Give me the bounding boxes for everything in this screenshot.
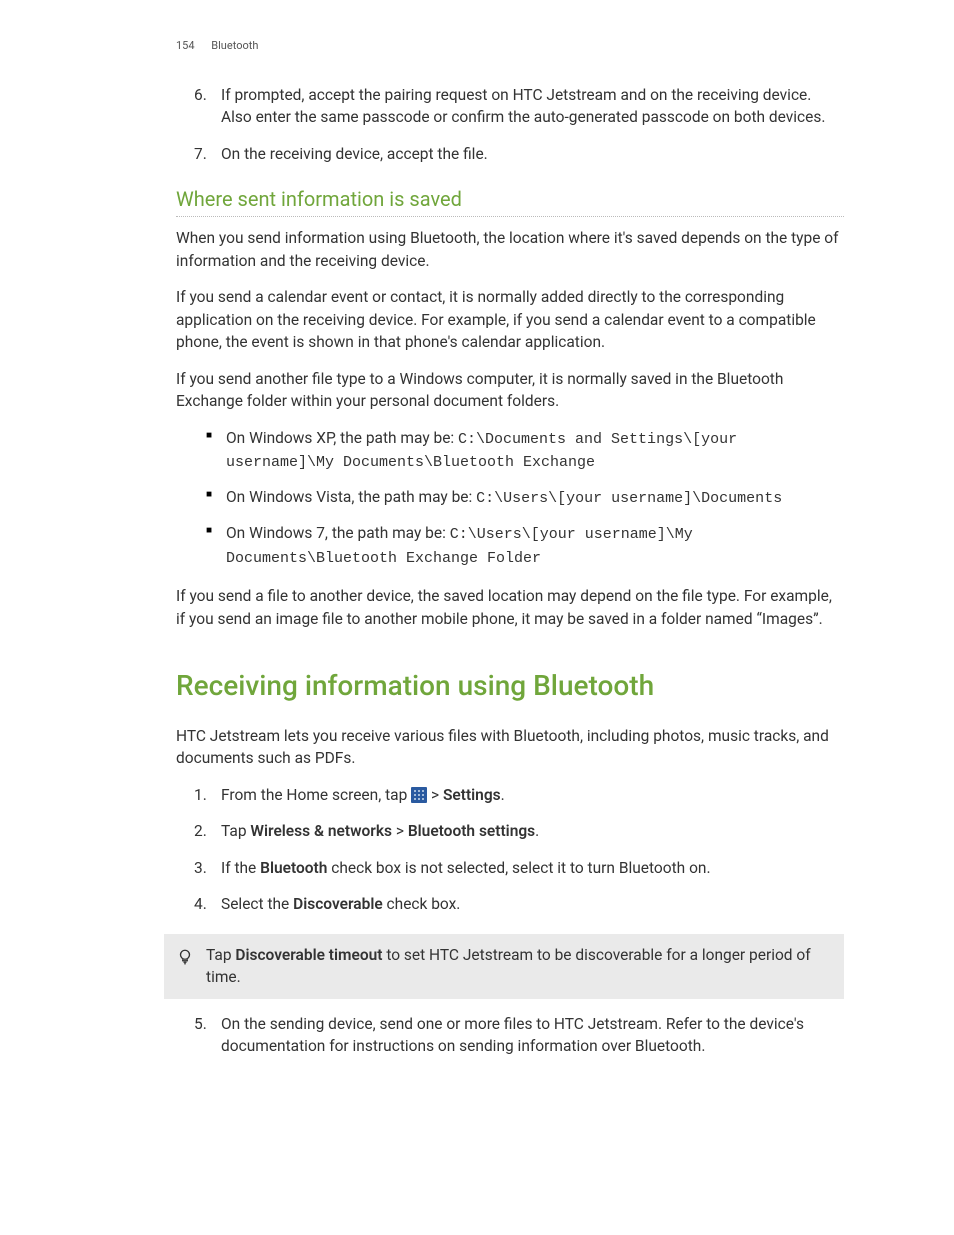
- paragraph: If you send another file type to a Windo…: [176, 368, 844, 413]
- step-number: 6.: [194, 84, 207, 106]
- apps-grid-icon: [411, 787, 427, 803]
- bullet-lead: On Windows Vista, the path may be:: [226, 488, 476, 506]
- step-text: If prompted, accept the pairing request …: [221, 86, 825, 126]
- step-text: Tap Wireless & networks > Bluetooth sett…: [221, 822, 539, 840]
- receiving-steps-cont: 5. On the sending device, send one or mo…: [176, 1013, 844, 1058]
- step-7: 7. On the receiving device, accept the f…: [176, 143, 844, 165]
- list-item: On Windows 7, the path may be: C:\Users\…: [176, 522, 844, 570]
- step-text: On the sending device, send one or more …: [221, 1015, 804, 1055]
- step-number: 7.: [194, 143, 207, 165]
- path-code: C:\Users\[your username]\Documents: [476, 490, 782, 507]
- page-number: 154: [176, 39, 195, 52]
- step-2: 2. Tap Wireless & networks > Bluetooth s…: [176, 820, 844, 842]
- step-number: 1.: [194, 784, 207, 806]
- paragraph: If you send a calendar event or contact,…: [176, 286, 844, 353]
- lightbulb-icon: [176, 946, 194, 974]
- list-item: On Windows XP, the path may be: C:\Docum…: [176, 427, 844, 475]
- bullet-lead: On Windows XP, the path may be:: [226, 429, 458, 447]
- tip-callout: Tap Discoverable timeout to set HTC Jets…: [164, 934, 844, 999]
- step-4: 4. Select the Discoverable check box.: [176, 893, 844, 915]
- steps-continued: 6. If prompted, accept the pairing reque…: [176, 84, 844, 165]
- step-text: On the receiving device, accept the file…: [221, 145, 488, 163]
- bullet-lead: On Windows 7, the path may be:: [226, 524, 450, 542]
- step-6: 6. If prompted, accept the pairing reque…: [176, 84, 844, 129]
- step-text: From the Home screen, tap > Settings.: [221, 786, 505, 804]
- step-1: 1. From the Home screen, tap > Settings.: [176, 784, 844, 806]
- receiving-steps: 1. From the Home screen, tap > Settings.…: [176, 784, 844, 916]
- step-number: 5.: [194, 1013, 207, 1035]
- step-text: If the Bluetooth check box is not select…: [221, 859, 711, 877]
- page-section: Bluetooth: [211, 39, 258, 52]
- step-number: 4.: [194, 893, 207, 915]
- step-3: 3. If the Bluetooth check box is not sel…: [176, 857, 844, 879]
- subheading-where-saved: Where sent information is saved: [176, 185, 844, 217]
- paragraph: HTC Jetstream lets you receive various f…: [176, 725, 844, 770]
- step-text: Select the Discoverable check box.: [221, 895, 460, 913]
- paragraph: When you send information using Bluetoot…: [176, 227, 844, 272]
- paragraph: If you send a file to another device, th…: [176, 585, 844, 630]
- page-header: 154 Bluetooth: [176, 38, 844, 54]
- path-list: On Windows XP, the path may be: C:\Docum…: [176, 427, 844, 570]
- heading-receiving: Receiving information using Bluetooth: [176, 666, 844, 707]
- tip-text: Tap Discoverable timeout to set HTC Jets…: [206, 944, 834, 989]
- step-number: 2.: [194, 820, 207, 842]
- step-number: 3.: [194, 857, 207, 879]
- list-item: On Windows Vista, the path may be: C:\Us…: [176, 486, 844, 510]
- document-page: 154 Bluetooth 6. If prompted, accept the…: [0, 0, 954, 1235]
- step-5: 5. On the sending device, send one or mo…: [176, 1013, 844, 1058]
